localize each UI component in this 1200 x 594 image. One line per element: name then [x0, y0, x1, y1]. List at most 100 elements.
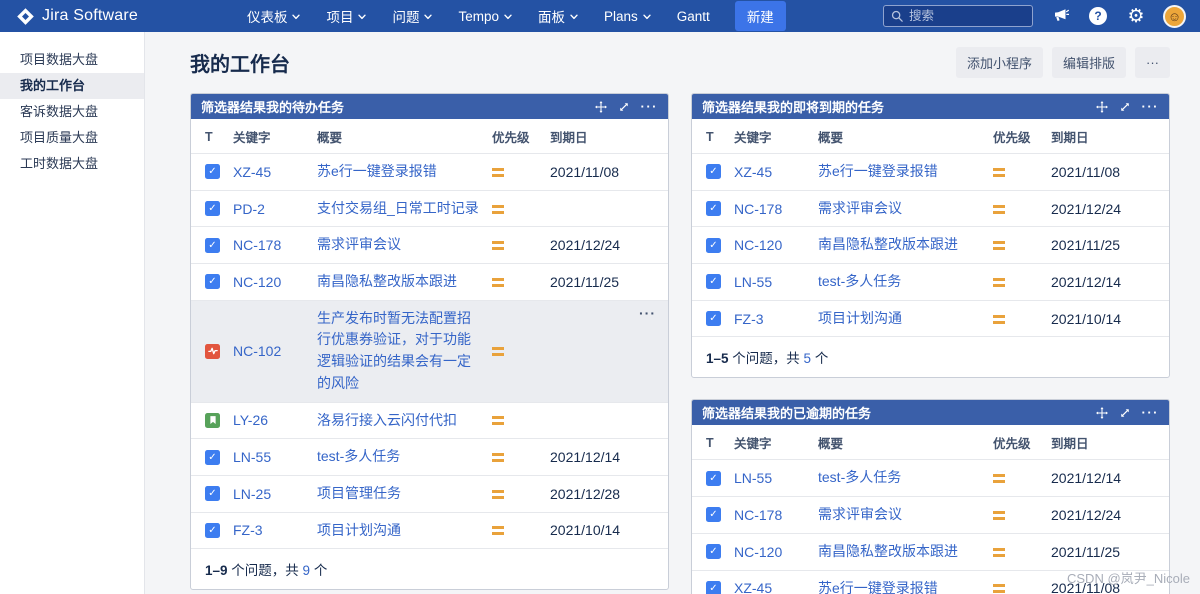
expand-icon[interactable]: [1119, 407, 1131, 419]
sidebar-item-3[interactable]: 客诉数据大盘: [0, 99, 144, 125]
nav-item-5[interactable]: 面板: [525, 6, 591, 26]
jira-diamond-icon: [17, 7, 34, 25]
gadget-header[interactable]: 筛选器结果我的已逾期的任务 ···: [692, 400, 1169, 426]
expand-icon[interactable]: [1119, 101, 1131, 113]
edit-layout-button[interactable]: 编辑排版: [1051, 47, 1126, 78]
more-icon[interactable]: ···: [1142, 100, 1160, 113]
watermark: CSDN @岚尹_Nicole: [1067, 571, 1190, 586]
page-title: 我的工作台: [190, 54, 290, 76]
issue-key-link[interactable]: NC-102: [233, 343, 281, 359]
column-header: 概要: [317, 131, 343, 145]
issue-key-link[interactable]: NC-178: [233, 237, 281, 253]
issue-count-link[interactable]: 5: [804, 351, 812, 366]
table-row: ✓ NC-178 需求评审会议 2021/12/24: [191, 226, 668, 264]
sidebar-item-5[interactable]: 工时数据大盘: [0, 151, 144, 177]
more-icon[interactable]: ···: [641, 100, 659, 113]
issue-key-link[interactable]: LN-55: [734, 274, 772, 290]
issue-summary-link[interactable]: 苏e行一键登录报错: [818, 161, 985, 183]
issue-key-link[interactable]: FZ-3: [233, 522, 263, 538]
issue-summary-link[interactable]: 支付交易组_日常工时记录: [317, 198, 484, 220]
task-issue-type-icon: ✓: [706, 311, 721, 327]
jira-logo[interactable]: Jira Software: [16, 7, 138, 26]
issue-summary-link[interactable]: 南昌隐私整改版本跟进: [317, 271, 484, 293]
nav-item-label: Tempo: [458, 8, 499, 24]
issue-key-link[interactable]: LN-55: [734, 470, 772, 486]
issue-summary-link[interactable]: 项目计划沟通: [818, 308, 985, 330]
create-button[interactable]: 新建: [734, 1, 786, 31]
sidebar-item-2[interactable]: 我的工作台: [0, 73, 144, 99]
task-issue-type-icon: ✓: [706, 237, 721, 253]
column-header: 优先级: [993, 437, 1031, 452]
issue-key-link[interactable]: NC-120: [734, 237, 782, 253]
move-icon[interactable]: [1095, 406, 1108, 419]
issue-summary-link[interactable]: 项目管理任务: [317, 483, 484, 505]
nav-item-6[interactable]: Plans: [591, 9, 664, 24]
priority-medium-icon: [993, 167, 1005, 177]
gear-icon[interactable]: ⚙: [1125, 5, 1147, 27]
more-icon[interactable]: ···: [1142, 406, 1160, 419]
gadget-header[interactable]: 筛选器结果我的即将到期的任务 ···: [692, 94, 1169, 119]
issue-key-link[interactable]: FZ-3: [734, 311, 764, 327]
navbar-right: ? ⚙ ☺: [883, 4, 1186, 28]
search-input[interactable]: [909, 9, 1025, 23]
issue-summary-link[interactable]: 洛易行接入云闪付代扣: [317, 410, 484, 432]
issue-key-link[interactable]: XZ-45: [734, 164, 772, 180]
issue-key-link[interactable]: NC-178: [734, 507, 782, 523]
column-header: 概要: [818, 131, 844, 145]
move-icon[interactable]: [594, 100, 607, 113]
issue-key-link[interactable]: LN-55: [233, 449, 271, 465]
nav-item-3[interactable]: 问题: [379, 6, 445, 26]
column-header: 优先级: [993, 131, 1031, 145]
sidebar-item-1[interactable]: 项目数据大盘: [0, 47, 144, 73]
issue-key-link[interactable]: LY-26: [233, 412, 268, 428]
gadget-header[interactable]: 筛选器结果我的待办任务 ···: [191, 94, 668, 119]
issue-count-link[interactable]: 9: [303, 563, 311, 578]
sidebar-item-4[interactable]: 项目质量大盘: [0, 125, 144, 151]
user-avatar[interactable]: ☺: [1163, 4, 1186, 28]
nav-item-7[interactable]: Gantt: [664, 9, 723, 24]
move-icon[interactable]: [1095, 100, 1108, 113]
expand-icon[interactable]: [618, 101, 630, 113]
nav-item-label: Gantt: [676, 8, 710, 24]
help-icon[interactable]: ?: [1087, 5, 1109, 27]
issue-key-link[interactable]: NC-178: [734, 201, 782, 217]
issue-summary-link[interactable]: 需求评审会议: [317, 234, 484, 256]
priority-medium-icon: [993, 510, 1005, 520]
task-issue-type-icon: ✓: [205, 237, 220, 253]
table-row: ✓ NC-178 需求评审会议 2021/12/24: [692, 189, 1169, 227]
due-date: 2021/12/24: [1051, 506, 1122, 523]
issue-key-link[interactable]: XZ-45: [734, 580, 772, 594]
priority-medium-icon: [492, 416, 504, 426]
global-search[interactable]: [883, 5, 1033, 27]
story-issue-type-icon: [205, 412, 220, 428]
task-issue-type-icon: ✓: [205, 486, 220, 502]
priority-medium-icon: [492, 277, 504, 287]
issue-summary-link[interactable]: 苏e行一键登录报错: [818, 578, 985, 594]
issue-summary-link[interactable]: test-多人任务: [317, 446, 484, 468]
issue-key-link[interactable]: PD-2: [233, 201, 265, 217]
issue-summary-link[interactable]: 南昌隐私整改版本跟进: [818, 234, 985, 256]
nav-item-4[interactable]: Tempo: [445, 9, 525, 24]
issue-key-link[interactable]: NC-120: [734, 544, 782, 560]
issue-summary-link[interactable]: test-多人任务: [818, 467, 985, 489]
megaphone-icon[interactable]: [1049, 5, 1071, 27]
nav-item-2[interactable]: 项目: [313, 6, 379, 26]
chevron-down-icon: [504, 14, 512, 20]
issue-summary-link[interactable]: 需求评审会议: [818, 198, 985, 220]
more-actions-button[interactable]: ···: [1135, 47, 1170, 78]
issue-key-link[interactable]: XZ-45: [233, 164, 271, 180]
issue-key-link[interactable]: NC-120: [233, 274, 281, 290]
column-header: 到期日: [550, 131, 588, 145]
row-more-icon[interactable]: ···: [639, 305, 656, 321]
issue-summary-link[interactable]: test-多人任务: [818, 271, 985, 293]
issue-summary-link[interactable]: 项目计划沟通: [317, 520, 484, 542]
issue-summary-link[interactable]: 南昌隐私整改版本跟进: [818, 541, 985, 563]
issue-summary-link[interactable]: 需求评审会议: [818, 504, 985, 526]
column-header: 关键字: [734, 437, 772, 452]
priority-medium-icon: [993, 584, 1005, 594]
issue-key-link[interactable]: LN-25: [233, 486, 271, 502]
nav-item-1[interactable]: 仪表板: [234, 6, 314, 26]
issue-summary-link[interactable]: 苏e行一键登录报错: [317, 161, 484, 183]
issue-summary-link[interactable]: 生产发布时暂无法配置招行优惠券验证，对于功能逻辑验证的结果会有一定的风险: [317, 308, 484, 395]
add-gadget-button[interactable]: 添加小程序: [955, 47, 1043, 78]
